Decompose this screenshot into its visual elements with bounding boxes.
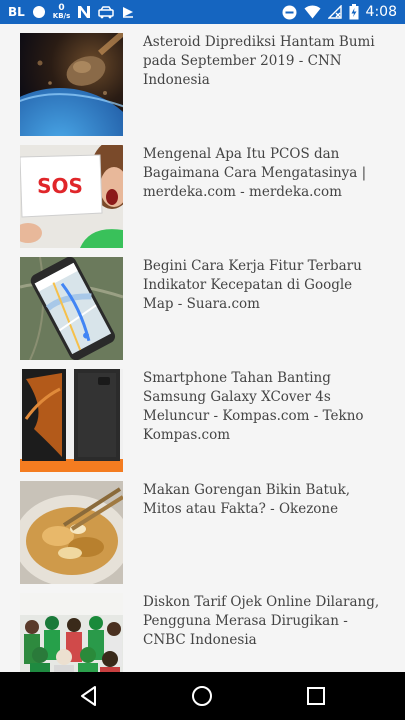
news-title: Smartphone Tahan Banting Samsung Galaxy … (143, 370, 364, 443)
asteroid-earth-image (20, 33, 123, 136)
network-speed-unit: KB/s (52, 12, 71, 20)
home-icon[interactable] (190, 684, 214, 708)
n-app-icon (78, 6, 91, 18)
network-speed-value: 0 (58, 3, 65, 13)
status-right: 4:08 (282, 0, 397, 24)
car-icon (98, 6, 115, 19)
ojek-drivers-image (20, 593, 123, 672)
news-title: Mengenal Apa Itu PCOS dan Bagaimana Cara… (143, 146, 367, 200)
cell-signal-off-icon (327, 5, 342, 19)
news-item-pcos[interactable]: SOS Mengenal Apa Itu PCOS dan Bagaimana … (20, 136, 405, 248)
notification-dot-icon (32, 6, 45, 18)
do-not-disturb-icon (282, 5, 297, 19)
network-speed: 0 KB/s (52, 3, 71, 21)
wifi-icon (304, 5, 321, 19)
news-thumbnail (20, 593, 123, 672)
clock: 4:08 (365, 4, 397, 20)
status-left: BL 0 KB/s (8, 0, 135, 24)
navigation-bar (0, 672, 405, 720)
news-thumbnail: SOS (20, 145, 123, 248)
recents-icon[interactable] (304, 684, 328, 708)
sos-sign-text: SOS (37, 174, 83, 198)
news-thumbnail (20, 257, 123, 360)
back-icon[interactable] (77, 684, 101, 708)
battery-icon (349, 4, 359, 20)
carrier-label: BL (8, 5, 25, 19)
news-title: Begini Cara Kerja Fitur Terbaru Indikato… (143, 258, 362, 312)
news-item-samsung-xcover[interactable]: Smartphone Tahan Banting Samsung Galaxy … (20, 360, 405, 472)
sos-woman-image: SOS (20, 145, 123, 248)
news-thumbnail (20, 33, 123, 136)
news-thumbnail (20, 481, 123, 584)
status-bar: BL 0 KB/s 4:08 (0, 0, 405, 24)
news-item-asteroid[interactable]: Asteroid Diprediksi Hantam Bumi pada Sep… (20, 24, 405, 136)
news-title: Asteroid Diprediksi Hantam Bumi pada Sep… (143, 34, 375, 88)
news-item-gorengan[interactable]: Makan Gorengan Bikin Batuk, Mitos atau F… (20, 472, 405, 584)
news-item-google-maps[interactable]: Begini Cara Kerja Fitur Terbaru Indikato… (20, 248, 405, 360)
news-feed[interactable]: Asteroid Diprediksi Hantam Bumi pada Sep… (0, 24, 405, 672)
news-title: Makan Gorengan Bikin Batuk, Mitos atau F… (143, 482, 351, 517)
news-thumbnail (20, 369, 123, 472)
news-title: Diskon Tarif Ojek Online Dilarang, Pengg… (143, 594, 380, 648)
phone-map-image (20, 257, 123, 360)
fried-food-image (20, 481, 123, 584)
news-item-ojek-online[interactable]: Diskon Tarif Ojek Online Dilarang, Pengg… (20, 584, 405, 672)
rugged-phones-image (20, 369, 123, 472)
download-icon (123, 7, 134, 18)
